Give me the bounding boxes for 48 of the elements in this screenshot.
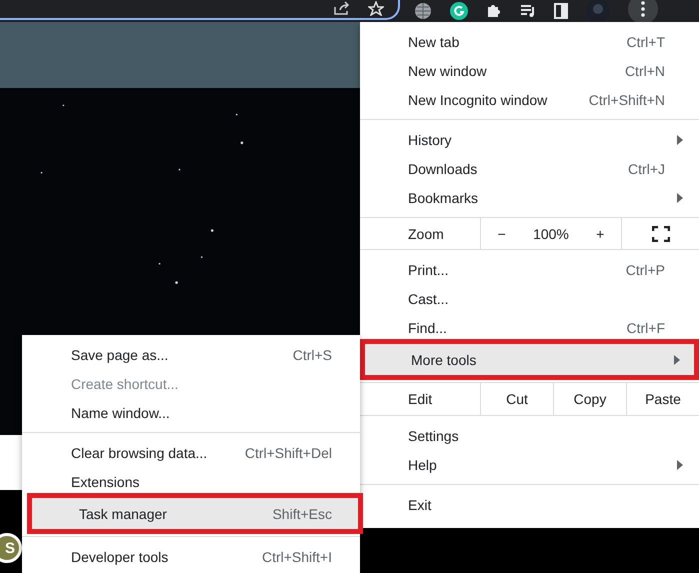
menu-item[interactable]: Bookmarks [360,183,699,212]
shortcut-label: Ctrl+F [626,320,665,336]
edit-action-button[interactable]: Copy [553,383,626,415]
menu-item[interactable]: More tools [363,342,696,377]
edit-label: Edit [407,390,434,409]
media-list-icon[interactable] [520,4,536,18]
extension-circle-icon[interactable] [450,2,468,20]
zoom-level: 100% [533,226,569,242]
edit-action-button[interactable]: Paste [626,383,699,415]
menu-item[interactable]: Developer tools Ctrl+Shift+I [22,542,360,571]
zoom-label: Zoom [407,224,445,244]
menu-item[interactable]: Help [360,450,699,479]
shortcut-label: Ctrl+T [626,34,665,50]
star-icon[interactable] [368,0,384,16]
menu-item[interactable]: Downloads Ctrl+J [360,154,699,183]
menu-item[interactable]: Find... Ctrl+F [360,313,699,342]
profile-avatar-icon[interactable] [586,0,610,23]
shortcut-label: Ctrl+N [624,62,665,78]
shortcut-label: Ctrl+Shift+I [262,548,332,564]
side-panel-icon[interactable] [554,3,568,19]
shortcut-label: Ctrl+J [628,160,665,176]
menu-item[interactable]: Save page as... Ctrl+S [22,340,360,369]
shortcut-label: Ctrl+S [292,346,332,362]
shortcut-label: Ctrl+Shift+Del [244,444,332,460]
share-icon[interactable] [334,1,350,15]
menu-item[interactable]: Settings [360,421,699,450]
menu-item[interactable]: History [360,125,699,154]
menu-icon[interactable] [628,0,658,24]
menu-item[interactable]: Exit [360,490,699,519]
menu-item[interactable]: New Incognito window Ctrl+Shift+N [360,85,699,114]
puzzle-icon[interactable] [486,3,502,19]
menu-item[interactable]: Extensions [22,467,360,496]
menu-item[interactable]: New tab Ctrl+T [360,27,699,56]
menu-item[interactable]: Name window... [22,398,360,427]
edit-action-button[interactable]: Cut [480,383,553,415]
shortcut-label: Shift+Esc [272,506,332,522]
globe-icon[interactable] [414,2,432,20]
menu-item[interactable]: New window Ctrl+N [360,56,699,85]
fullscreen-icon[interactable] [652,226,670,242]
menu-item[interactable]: Clear browsing data... Ctrl+Shift+Del [22,438,360,467]
zoom-in-button[interactable]: + [590,224,610,244]
zoom-out-button[interactable]: − [492,224,512,244]
menu-item[interactable]: Print... Ctrl+P [360,255,699,284]
menu-item[interactable]: Cast... [360,284,699,313]
shortcut-label: Ctrl+Shift+N [588,92,665,108]
user-avatar: S [0,533,22,563]
shortcut-label: Ctrl+P [626,262,665,278]
menu-item[interactable]: Task manager Shift+Esc [30,496,360,531]
